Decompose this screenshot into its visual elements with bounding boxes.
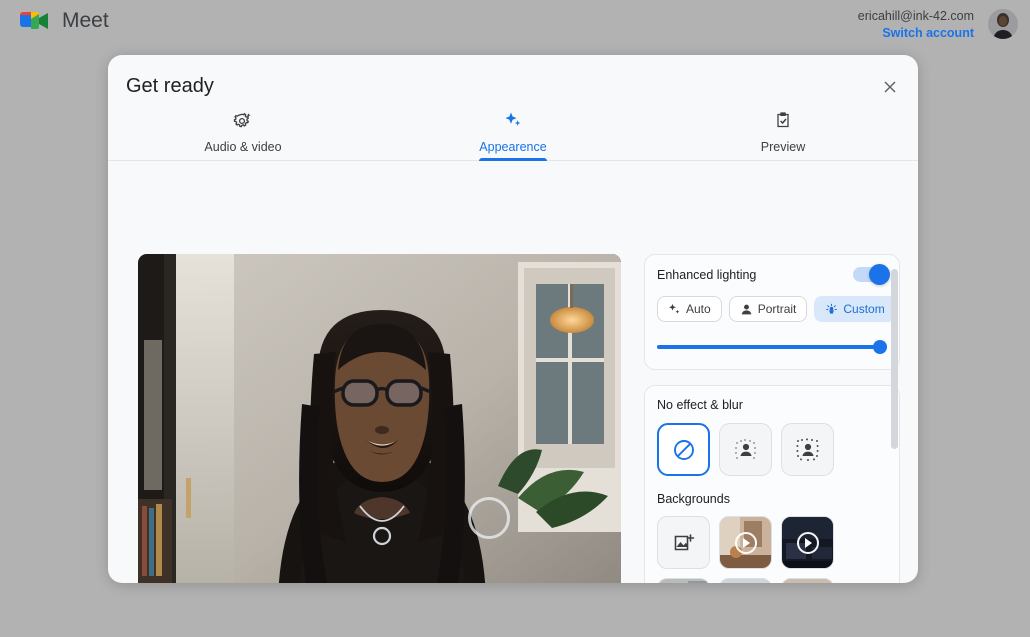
tab-appearence[interactable]: Appearence <box>378 108 648 161</box>
tab-audio-video[interactable]: Audio & video <box>108 108 378 160</box>
lighting-mode-chips: Auto Portrait Custom <box>657 296 896 322</box>
switch-account-link[interactable]: Switch account <box>858 25 974 42</box>
sparkle-icon <box>503 110 523 135</box>
tab-label: Appearence <box>479 140 547 154</box>
effect-slight-blur[interactable] <box>719 423 772 476</box>
self-view-video[interactable] <box>138 254 621 583</box>
no-effect-blur-label: No effect & blur <box>657 398 743 412</box>
scroll-gutter <box>891 254 899 583</box>
account-info: ericahill@ink-42.com Switch account <box>858 8 974 42</box>
effect-no-effect[interactable] <box>657 423 710 476</box>
gear-sparkle-icon <box>233 110 253 135</box>
effect-blur[interactable] <box>781 423 834 476</box>
clipboard-check-icon <box>773 110 793 135</box>
tab-preview[interactable]: Preview <box>648 108 918 160</box>
tab-label: Preview <box>760 140 806 154</box>
chip-label: Auto <box>686 302 711 316</box>
effect-tiles <box>657 423 887 476</box>
upload-background-button[interactable] <box>657 516 710 569</box>
account-email: ericahill@ink-42.com <box>857 9 974 23</box>
app-name: Meet <box>62 9 109 32</box>
tab-active-underline <box>479 158 547 161</box>
brand[interactable]: Meet <box>18 8 109 34</box>
enhanced-lighting-card: Enhanced lighting Auto Portrait Custom <box>644 254 900 370</box>
sparkle-icon <box>669 303 680 314</box>
effects-card: No effect & blur Backgrounds <box>644 385 900 583</box>
lighting-mode-custom[interactable]: Custom <box>814 296 896 322</box>
slider-thumb[interactable] <box>873 340 887 354</box>
page-title: Get ready <box>126 75 214 97</box>
appearance-settings-panel: Enhanced lighting Auto Portrait Custom N… <box>644 254 900 583</box>
background-video-2[interactable] <box>781 516 834 569</box>
google-meet-logo-icon <box>18 8 52 34</box>
avatar[interactable] <box>988 9 1018 39</box>
backgrounds-label: Backgrounds <box>657 492 730 506</box>
no-effect-icon <box>673 439 694 460</box>
play-icon <box>796 531 819 554</box>
enhanced-lighting-toggle[interactable] <box>853 264 890 285</box>
meet-get-ready-screen: Meet ericahill@ink-42.com Switch account… <box>0 0 1030 637</box>
focus-ring-indicator <box>468 497 510 539</box>
add-image-icon <box>674 533 694 550</box>
slider-fill <box>657 345 887 349</box>
chip-label: Custom <box>843 302 885 316</box>
lighting-mode-portrait[interactable]: Portrait <box>728 296 808 322</box>
chip-label: Portrait <box>757 302 797 316</box>
full-blur-icon <box>795 437 819 461</box>
tab-bar: Audio & video Appearence Preview <box>108 108 918 161</box>
slight-blur-icon <box>734 438 756 459</box>
background-video-1[interactable] <box>719 516 772 569</box>
person-icon <box>741 304 752 314</box>
panel-scrollbar[interactable] <box>891 269 898 449</box>
background-video-5[interactable] <box>781 578 834 583</box>
backgrounds-grid <box>657 516 887 583</box>
play-icon <box>734 531 757 554</box>
dialog-body: Enhanced lighting Auto Portrait Custom N… <box>108 162 918 583</box>
background-video-3[interactable] <box>657 578 710 583</box>
close-icon <box>884 81 896 93</box>
enhanced-lighting-label: Enhanced lighting <box>657 267 757 282</box>
get-ready-dialog: Get ready Audio & video Appearence Previ… <box>108 55 918 583</box>
tab-label: Audio & video <box>204 140 282 154</box>
close-button[interactable] <box>874 71 906 103</box>
lamp-icon <box>826 303 838 314</box>
background-video-4[interactable] <box>719 578 772 583</box>
lighting-mode-auto[interactable]: Auto <box>657 296 722 322</box>
toggle-knob <box>869 264 890 285</box>
top-bar: Meet ericahill@ink-42.com Switch account <box>0 0 1030 52</box>
lighting-intensity-slider[interactable] <box>657 339 887 355</box>
